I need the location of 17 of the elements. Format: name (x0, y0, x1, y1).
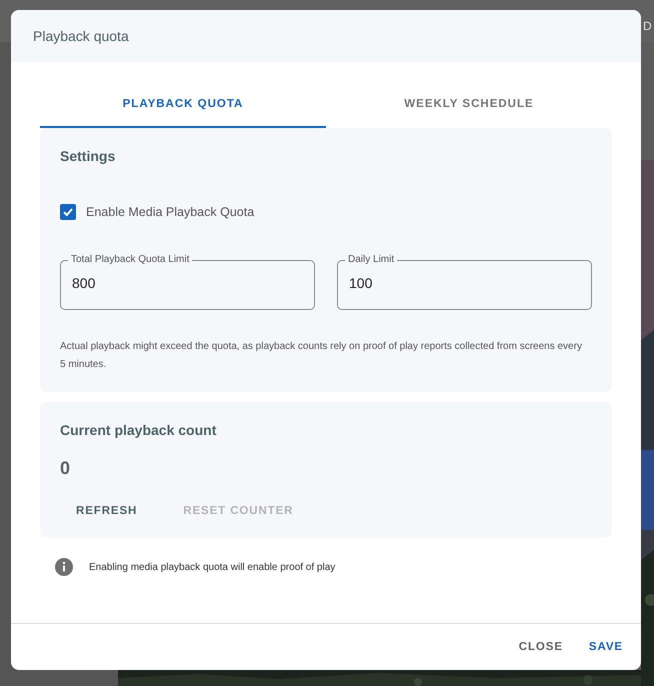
checkbox-label: Enable Media Playback Quota (86, 205, 254, 219)
count-value: 0 (60, 458, 72, 479)
refresh-button[interactable]: REFRESH (60, 499, 154, 523)
tab[interactable]: WEEKLY SCHEDULE (326, 82, 612, 128)
input-field[interactable]: Total Playback Quota Limit 800 (60, 254, 315, 310)
section-heading: Current playback count (60, 422, 218, 438)
info-icon (54, 557, 74, 577)
save-button[interactable]: SAVE (578, 635, 633, 659)
note-text: Actual playback might exceed the quota, as playback counts rely on proof of play reports collected from screens every 5 minutes. (60, 340, 583, 372)
section-heading: Settings (60, 148, 116, 164)
checkmark-icon (62, 206, 74, 218)
input-field[interactable]: Daily Limit 100 (337, 254, 592, 310)
checkbox[interactable] (60, 204, 76, 220)
header-text: D (643, 19, 652, 33)
close-button[interactable]: CLOSE (508, 635, 573, 659)
dialog-title: Playback quota (33, 28, 129, 44)
info-text: Enabling media playback quota will enable proof of play (89, 562, 336, 572)
